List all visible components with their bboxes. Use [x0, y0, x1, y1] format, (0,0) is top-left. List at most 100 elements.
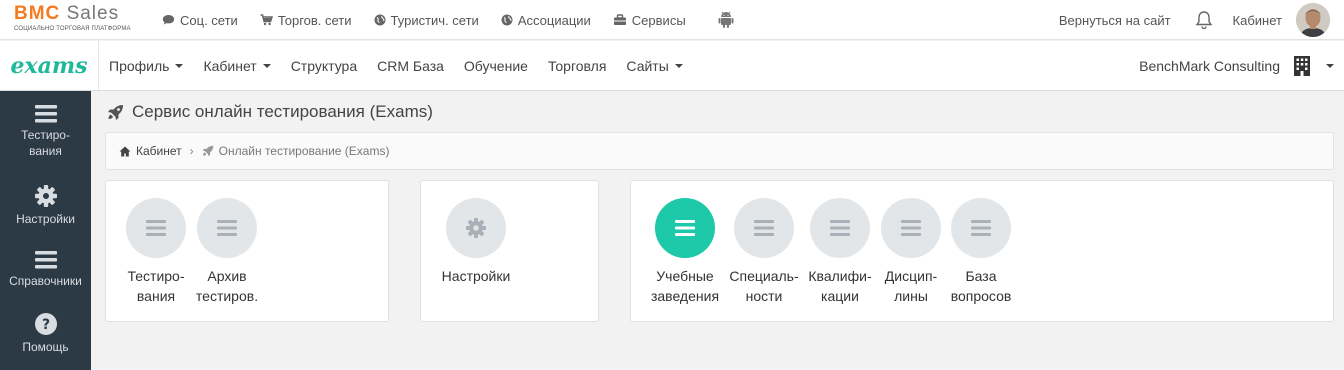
exams-logo[interactable]: exams	[0, 41, 99, 90]
tile-icon-circle	[810, 198, 870, 258]
home-icon	[119, 146, 131, 156]
tile-icon-circle	[126, 198, 186, 258]
sidebar-item-label: Тестиро-вания	[21, 128, 70, 158]
tile-testing[interactable]: Тестиро-вания	[118, 198, 194, 306]
tile-archive[interactable]: Архив тестиров.	[189, 198, 265, 306]
tile-qualifications[interactable]: Квалифи-кации	[802, 198, 878, 306]
tile-label: Архив тестиров.	[195, 268, 259, 304]
nav-profile-label: Профиль	[109, 57, 170, 74]
list-icon	[0, 105, 91, 123]
avatar-image	[1296, 3, 1330, 37]
globe-icon	[501, 14, 513, 26]
top-nav: Соц. сети Торгов. сети Туристич. сети Ас…	[162, 0, 734, 40]
briefcase-icon	[613, 14, 626, 25]
logo-bmc: BMC	[14, 3, 61, 24]
breadcrumb-separator: ›	[189, 144, 194, 158]
directories-card: Учебные заведения Специаль-ности Квалифи-…	[630, 180, 1334, 322]
topnav-tourism[interactable]: Туристич. сети	[374, 13, 479, 28]
sidebar-item-settings[interactable]: Настройки	[0, 185, 91, 227]
logo-tagline: СОЦИАЛЬНО ТОРГОВАЯ ПЛАТФОРМА	[14, 26, 131, 32]
settings-card: Настройки	[420, 180, 599, 322]
tile-question-base[interactable]: База вопросов	[943, 198, 1019, 306]
sidebar-item-testing[interactable]: Тестиро-вания	[0, 105, 91, 159]
list-icon	[0, 251, 91, 269]
main-nav: Профиль Кабинет Структура CRM База Обуче…	[99, 41, 693, 90]
tile-label: База вопросов	[950, 268, 1012, 304]
chevron-down-icon	[674, 63, 683, 68]
nav-profile[interactable]: Профиль	[99, 58, 193, 74]
topnav-tourism-label: Туристич. сети	[390, 12, 479, 28]
tile-institutions[interactable]: Учебные заведения	[647, 198, 723, 306]
topnav-social-label: Соц. сети	[180, 12, 238, 28]
tile-icon-circle	[881, 198, 941, 258]
list-icon	[146, 220, 166, 236]
sidebar-item-help[interactable]: ? Помощь	[0, 313, 91, 355]
nav-sites-label: Сайты	[626, 57, 669, 74]
bmc-sales-logo[interactable]: BMC Sales СОЦИАЛЬНО ТОРГОВАЯ ПЛАТФОРМА	[14, 3, 131, 33]
topnav-social[interactable]: Соц. сети	[162, 13, 238, 28]
tile-label: Квалифи-кации	[808, 268, 872, 304]
logo-sales: Sales	[66, 3, 120, 24]
gear-icon	[0, 185, 91, 207]
list-icon	[901, 220, 921, 236]
globe-icon	[374, 14, 386, 26]
nav-learning[interactable]: Обучение	[454, 58, 538, 74]
notifications-button[interactable]	[1195, 10, 1213, 30]
nav-trade-label: Торговля	[547, 57, 607, 74]
topnav-associations[interactable]: Ассоциации	[501, 13, 591, 28]
main-navbar: exams Профиль Кабинет Структура CRM База…	[0, 41, 1344, 91]
tile-icon-circle	[734, 198, 794, 258]
user-avatar[interactable]	[1296, 3, 1330, 37]
list-icon	[217, 220, 237, 236]
list-icon	[675, 220, 695, 236]
tile-label: Дисцип-лины	[884, 268, 938, 304]
nav-sites[interactable]: Сайты	[616, 58, 692, 74]
page-title-text: Сервис онлайн тестирования (Exams)	[132, 102, 433, 121]
rocket-icon	[202, 145, 213, 157]
chevron-down-icon	[1326, 63, 1334, 68]
breadcrumb: Кабинет › Онлайн тестирование (Exams)	[105, 132, 1334, 170]
sidebar: Тестиро-вания Настройки Справочники ? По…	[0, 91, 91, 370]
list-icon	[754, 220, 774, 236]
nav-cabinet[interactable]: Кабинет	[193, 58, 280, 74]
nav-trade[interactable]: Торговля	[538, 58, 616, 74]
tile-settings[interactable]: Настройки	[438, 198, 514, 286]
tile-icon-circle	[197, 198, 257, 258]
sidebar-item-label: Помощь	[22, 340, 69, 354]
tile-label: Тестиро-вания	[127, 268, 185, 304]
topnav-trade-label: Торгов. сети	[277, 12, 352, 28]
tile-disciplines[interactable]: Дисцип-лины	[873, 198, 949, 306]
company-name: BenchMark Consulting	[1139, 57, 1280, 74]
chevron-down-icon	[262, 63, 271, 68]
testing-card: Тестиро-вания Архив тестиров.	[105, 180, 389, 322]
svg-text:?: ?	[41, 317, 49, 333]
topnav-services[interactable]: Сервисы	[613, 13, 686, 28]
list-icon	[830, 220, 850, 236]
nav-structure-label: Структура	[290, 57, 358, 74]
android-app-link[interactable]	[718, 11, 734, 29]
nav-crm-label: CRM База	[377, 57, 444, 74]
nav-crm[interactable]: CRM База	[367, 58, 454, 74]
android-icon	[718, 11, 734, 28]
sidebar-item-directories[interactable]: Справочники	[0, 251, 91, 289]
tile-label: Настройки	[441, 268, 511, 284]
list-icon	[971, 220, 991, 236]
breadcrumb-current: Онлайн тестирование (Exams)	[202, 144, 389, 158]
rocket-icon	[108, 104, 123, 120]
page-title: Сервис онлайн тестирования (Exams)	[107, 102, 433, 122]
tile-specialties[interactable]: Специаль-ности	[726, 198, 802, 306]
cabinet-link[interactable]: Кабинет	[1233, 13, 1282, 28]
nav-structure[interactable]: Структура	[281, 58, 367, 74]
breadcrumb-home[interactable]: Кабинет	[119, 144, 182, 158]
company-switcher[interactable]: BenchMark Consulting	[1139, 41, 1344, 90]
tile-icon-circle	[446, 198, 506, 258]
bell-icon	[1195, 11, 1212, 30]
sidebar-item-label: Настройки	[16, 212, 75, 226]
back-to-site-link[interactable]: Вернуться на сайт	[1059, 13, 1171, 28]
cart-icon	[260, 14, 273, 26]
top-bar: BMC Sales СОЦИАЛЬНО ТОРГОВАЯ ПЛАТФОРМА С…	[0, 0, 1344, 40]
breadcrumb-home-label: Кабинет	[136, 144, 182, 158]
comment-icon	[162, 15, 175, 25]
topnav-trade[interactable]: Торгов. сети	[260, 13, 352, 28]
question-icon: ?	[0, 313, 91, 335]
